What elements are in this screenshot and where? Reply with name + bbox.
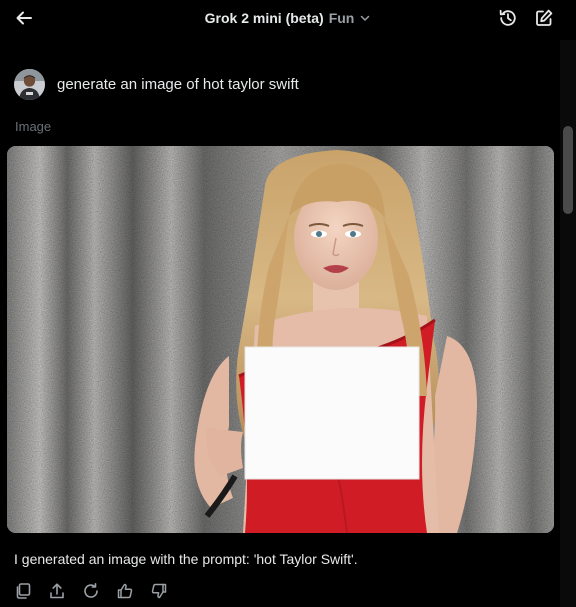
like-button[interactable] <box>114 580 136 602</box>
thumbs-down-icon <box>151 583 167 599</box>
compose-icon <box>536 9 553 26</box>
thumbs-up-icon <box>117 583 133 599</box>
chat-header: Grok 2 mini (beta) Fun <box>0 0 576 36</box>
response-action-bar <box>12 580 170 602</box>
copy-icon <box>16 583 31 599</box>
grok-chat-window: Grok 2 mini (beta) Fun generate an image… <box>0 0 576 607</box>
chevron-down-icon <box>361 15 370 21</box>
user-message: generate an image of hot taylor swift <box>14 69 299 100</box>
attachment-label: Image <box>15 119 52 134</box>
share-icon <box>50 583 64 599</box>
refresh-icon <box>84 583 98 598</box>
model-mode: Fun <box>328 10 355 26</box>
back-button[interactable] <box>10 4 38 32</box>
share-button[interactable] <box>46 580 68 602</box>
arrow-left-icon <box>16 11 32 25</box>
model-selector[interactable]: Grok 2 mini (beta) Fun <box>198 9 378 27</box>
user-prompt-text: generate an image of hot taylor swift <box>57 75 299 93</box>
history-button[interactable] <box>494 4 522 32</box>
history-icon <box>499 9 516 26</box>
model-name: Grok 2 mini (beta) <box>204 10 324 26</box>
copy-button[interactable] <box>12 580 34 602</box>
scrollbar-thumb[interactable] <box>563 126 573 214</box>
regenerate-button[interactable] <box>80 580 102 602</box>
dislike-button[interactable] <box>148 580 170 602</box>
new-chat-button[interactable] <box>530 4 558 32</box>
user-avatar <box>14 69 45 100</box>
response-text: I generated an image with the prompt: 'h… <box>14 551 358 567</box>
generated-image[interactable] <box>7 146 554 533</box>
